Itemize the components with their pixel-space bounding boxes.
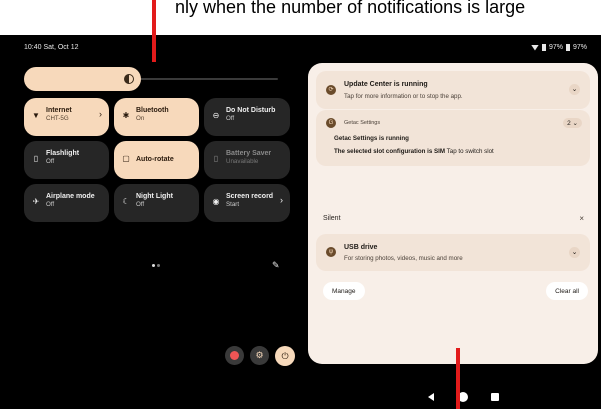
tile-status: On bbox=[136, 115, 145, 122]
usb-icon: ψ bbox=[326, 247, 336, 257]
caption-area: nly when the number of notifications is … bbox=[0, 0, 601, 35]
nav-recents-button[interactable] bbox=[491, 393, 499, 401]
notification-getac-settings[interactable]: G Getac Settings 2 ⌄ Getac Settings is r… bbox=[316, 110, 590, 166]
brightness-slider[interactable] bbox=[24, 67, 278, 91]
annotation-line-bottom bbox=[456, 348, 460, 409]
tile-nightlight[interactable]: ☾ Night Light Off bbox=[114, 184, 199, 222]
tile-autorotate[interactable]: ▢ Auto-rotate bbox=[114, 141, 199, 179]
page-dot-active bbox=[152, 264, 155, 267]
wifi-icon bbox=[531, 45, 539, 51]
tile-label: Airplane mode bbox=[46, 193, 95, 200]
airplane-icon: ✈ bbox=[32, 197, 40, 206]
status-time: 10:40 Sat, Oct 12 bbox=[24, 44, 79, 51]
notification-title: Update Center is running bbox=[344, 81, 428, 88]
power-icon: ⏻ bbox=[281, 350, 289, 361]
nav-back-button[interactable] bbox=[428, 393, 434, 401]
tile-bluetooth[interactable]: ✱ Bluetooth On bbox=[114, 98, 199, 136]
user-icon bbox=[230, 351, 239, 360]
tile-screenrecord[interactable]: ◉ Screen record Start › bbox=[204, 184, 290, 222]
power-button[interactable]: ⏻ bbox=[275, 346, 295, 366]
tile-status: Unavailable bbox=[226, 158, 259, 165]
tile-label: Bluetooth bbox=[136, 107, 169, 114]
tile-internet[interactable]: ▼ Internet CHT-5G › bbox=[24, 98, 109, 136]
page-dot bbox=[157, 264, 160, 267]
notification-update-center[interactable]: ⟳ Update Center is running Tap for more … bbox=[316, 71, 590, 109]
manage-button[interactable]: Manage bbox=[323, 282, 365, 300]
bottom-buttons: ⚙ ⏻ bbox=[225, 346, 295, 366]
bluetooth-icon: ✱ bbox=[122, 111, 130, 120]
brightness-icon bbox=[124, 74, 134, 84]
tile-status: Off bbox=[226, 115, 235, 122]
notification-panel: ⟳ Update Center is running Tap for more … bbox=[308, 63, 598, 364]
close-icon[interactable]: × bbox=[579, 214, 584, 223]
tile-flashlight[interactable]: ▯ Flashlight Off bbox=[24, 141, 109, 179]
notification-usb-drive[interactable]: ψ USB drive For storing photos, videos, … bbox=[316, 234, 590, 271]
rotate-icon: ▢ bbox=[122, 154, 130, 163]
flashlight-icon: ▯ bbox=[33, 154, 39, 163]
gear-icon: ⚙ bbox=[255, 350, 264, 360]
tile-airplane[interactable]: ✈ Airplane mode Off bbox=[24, 184, 109, 222]
battery-percent: 97% bbox=[548, 44, 563, 51]
update-center-icon: ⟳ bbox=[326, 85, 336, 95]
tile-label: Auto-rotate bbox=[136, 156, 174, 163]
tile-label: Night Light bbox=[136, 193, 173, 200]
silent-section-label: Silent bbox=[323, 215, 341, 222]
user-switch-button[interactable] bbox=[225, 346, 244, 365]
page-indicator bbox=[152, 264, 160, 267]
notification-app-name: Getac Settings bbox=[344, 120, 381, 126]
annotation-line-top bbox=[152, 0, 156, 62]
notification-title: Getac Settings is running bbox=[334, 135, 409, 142]
getac-settings-icon: G bbox=[326, 118, 336, 128]
tile-label: Screen record bbox=[226, 193, 274, 200]
status-icons: 97% 97% bbox=[531, 44, 587, 51]
settings-button[interactable]: ⚙ bbox=[250, 346, 269, 365]
tile-status: Start bbox=[226, 201, 240, 208]
notification-title: USB drive bbox=[344, 244, 378, 251]
tile-label: Internet bbox=[46, 107, 72, 114]
notification-count-chip[interactable]: 2 ⌄ bbox=[563, 118, 582, 128]
wifi-icon: ▼ bbox=[32, 111, 40, 120]
notification-text-bold: The selected slot configuration is SIM bbox=[334, 148, 446, 155]
quick-settings-grid: ▼ Internet CHT-5G › ✱ Bluetooth On ⊖ Do Not Dist… bbox=[24, 98, 290, 222]
tile-label: Battery Saver bbox=[226, 150, 272, 157]
notification-text-rest: Tap to switch slot bbox=[445, 148, 494, 155]
edit-icon[interactable]: ✎ bbox=[272, 260, 280, 271]
night-light-icon: ☾ bbox=[122, 197, 130, 206]
expand-chevron-icon[interactable]: ⌄ bbox=[569, 84, 580, 95]
notification-text: The selected slot configuration is SIM T… bbox=[334, 148, 494, 155]
tile-status: Off bbox=[46, 201, 55, 208]
expand-chevron-icon[interactable]: ⌄ bbox=[569, 247, 580, 258]
screen-record-icon: ◉ bbox=[212, 197, 220, 206]
tile-battery-saver[interactable]: ▯ Battery Saver Unavailable bbox=[204, 141, 290, 179]
tile-status: CHT-5G bbox=[46, 115, 69, 122]
battery-icon bbox=[541, 44, 546, 51]
battery-icon-secondary bbox=[565, 44, 570, 51]
clear-all-button[interactable]: Clear all bbox=[546, 282, 588, 300]
battery-percent-secondary: 97% bbox=[572, 44, 587, 51]
tile-label: Do Not Disturb bbox=[226, 107, 276, 114]
tile-label: Flashlight bbox=[46, 150, 80, 157]
dnd-icon: ⊖ bbox=[212, 111, 220, 120]
tile-status: Off bbox=[46, 158, 55, 165]
notification-text: For storing photos, videos, music and mo… bbox=[344, 255, 463, 262]
battery-saver-icon: ▯ bbox=[213, 154, 219, 163]
tablet-screen: 10:40 Sat, Oct 12 97% 97% ▼ Internet CHT-5… bbox=[0, 35, 601, 409]
notification-text: Tap for more information or to stop the … bbox=[344, 93, 463, 100]
tile-status: Off bbox=[136, 201, 145, 208]
tile-dnd[interactable]: ⊖ Do Not Disturb Off bbox=[204, 98, 290, 136]
chevron-right-icon[interactable]: › bbox=[99, 110, 102, 119]
chevron-right-icon[interactable]: › bbox=[280, 196, 283, 205]
caption-text: nly when the number of notifications is … bbox=[175, 0, 526, 17]
